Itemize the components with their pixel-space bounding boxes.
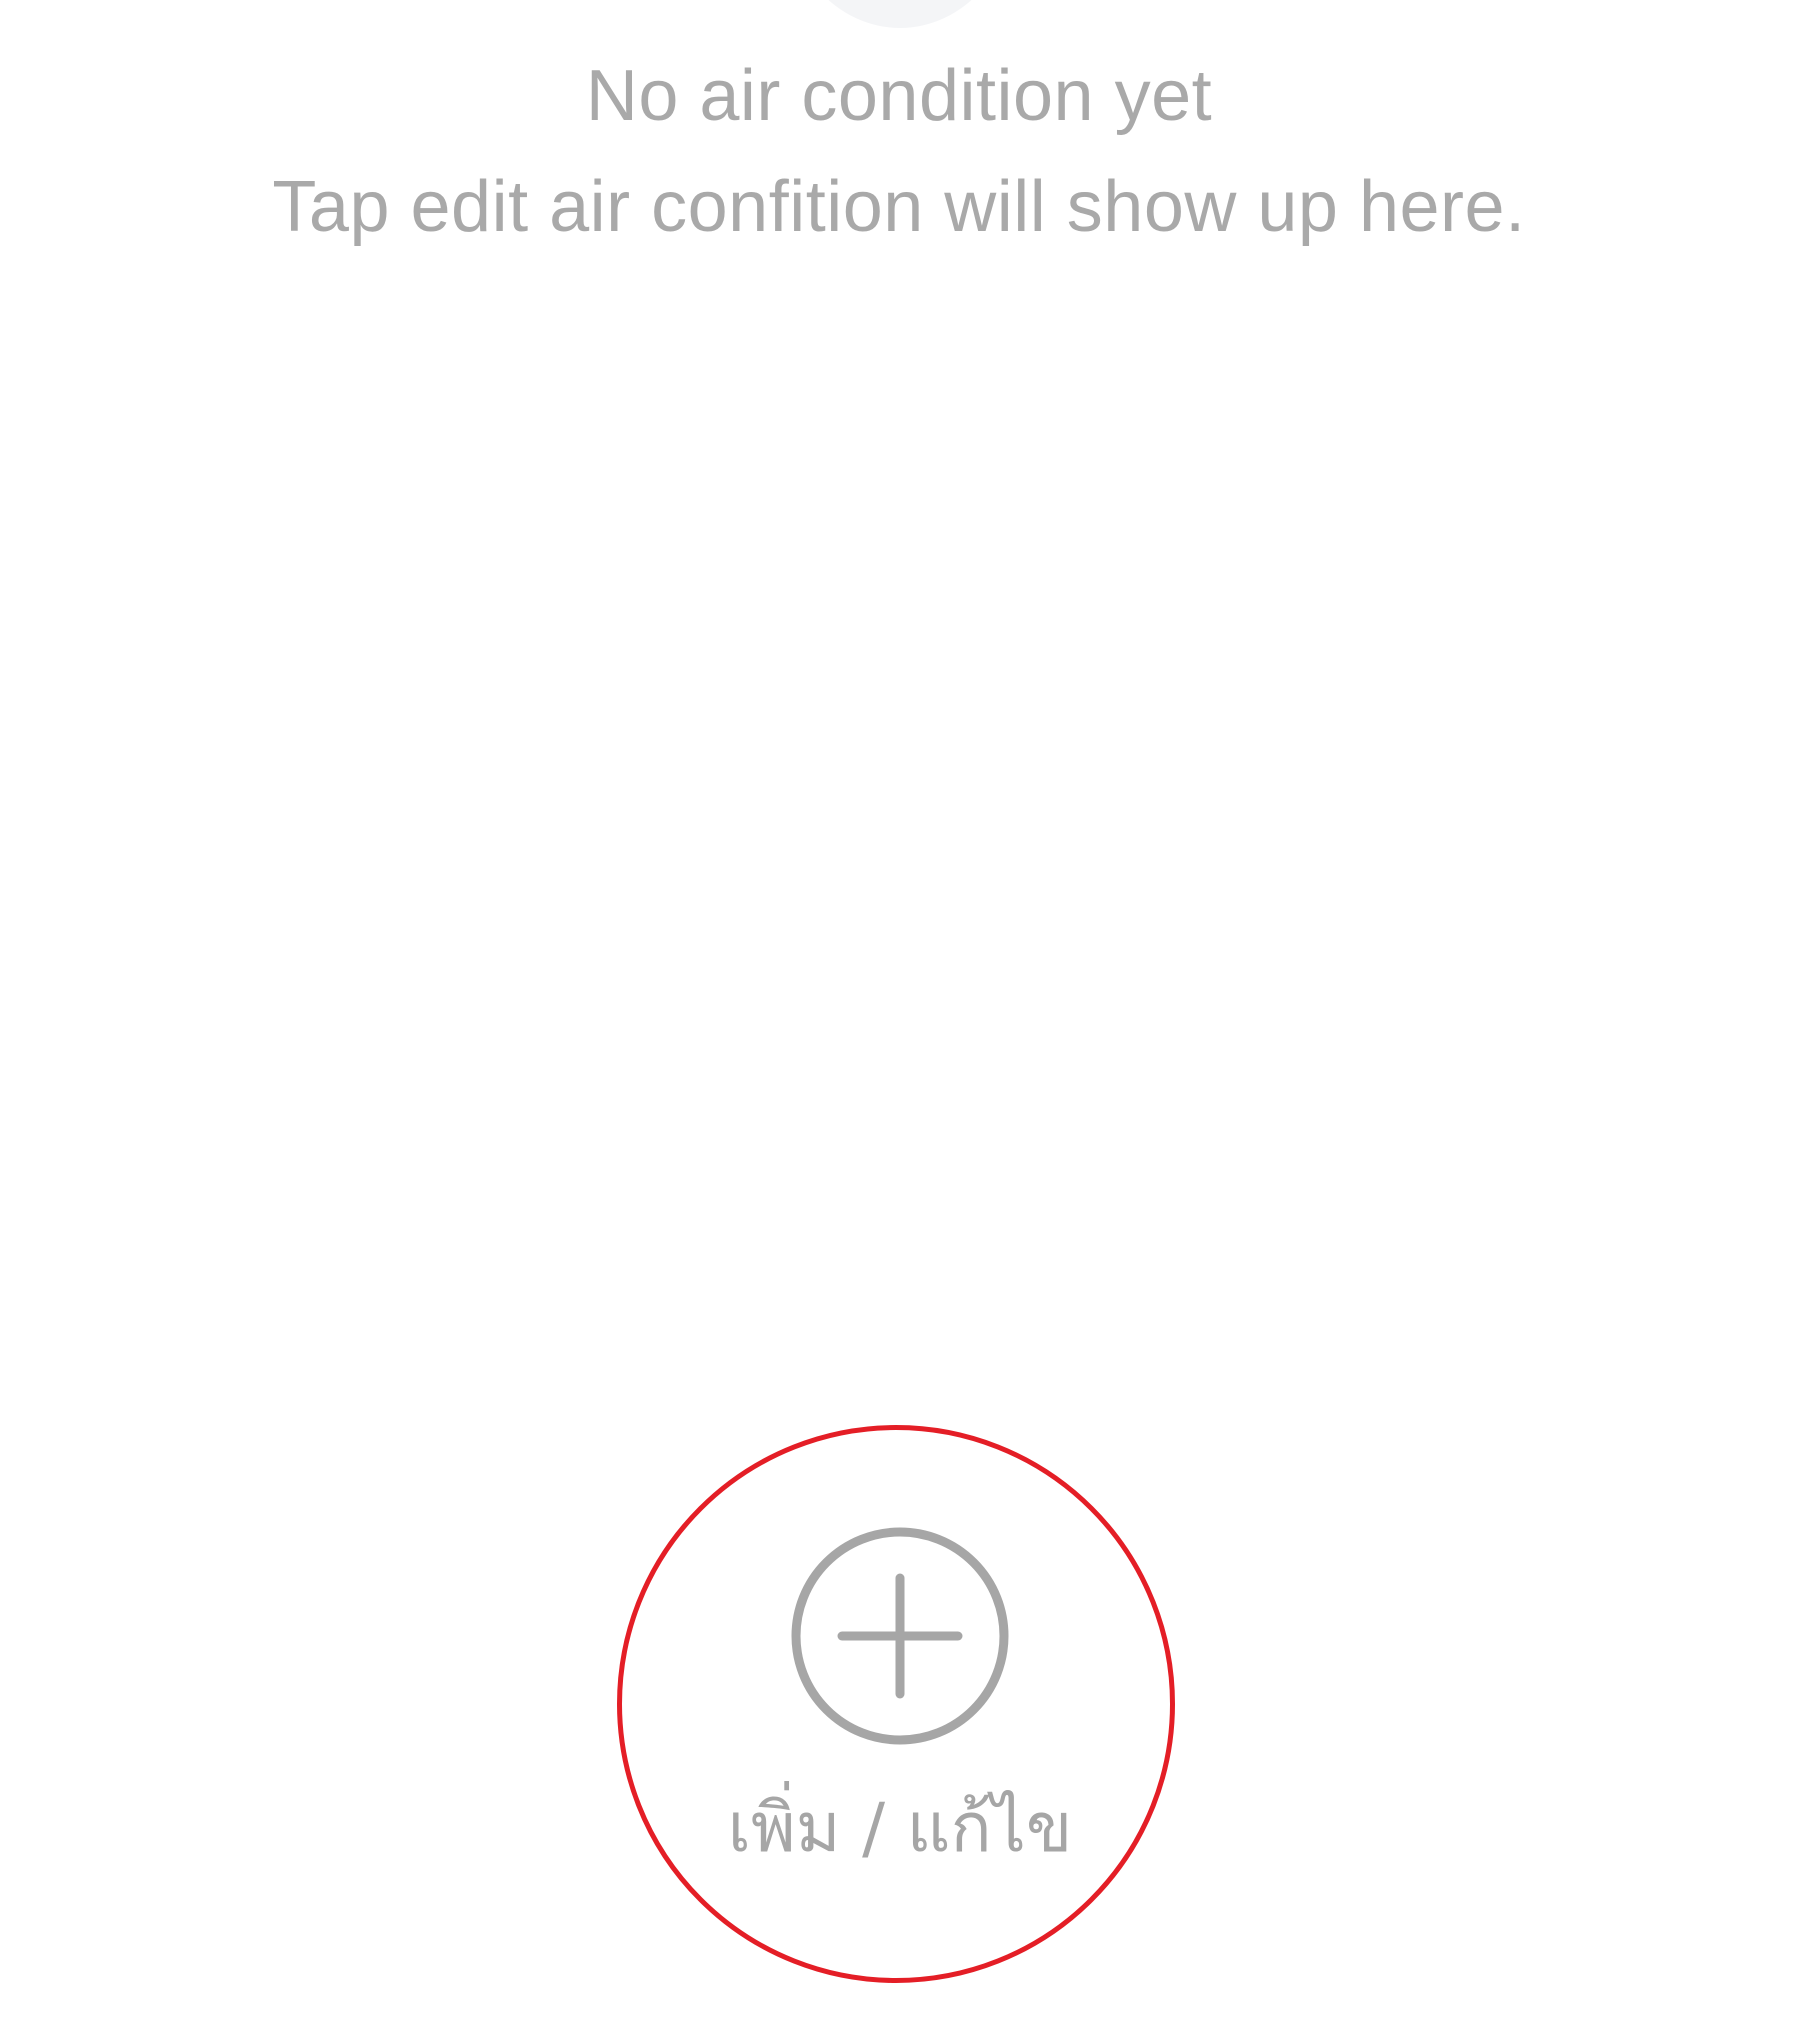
add-edit-button[interactable]: เพิ่ม / แก้ไข (680, 1522, 1120, 1892)
plus-circle-icon (791, 1527, 1009, 1745)
empty-state-subtitle: Tap edit air confition will show up here… (272, 167, 1526, 247)
empty-state-illustration (785, 0, 1015, 28)
add-edit-label: เพิ่ม / แก้ไข (727, 1789, 1073, 1868)
empty-state-title: No air condition yet (585, 56, 1213, 136)
